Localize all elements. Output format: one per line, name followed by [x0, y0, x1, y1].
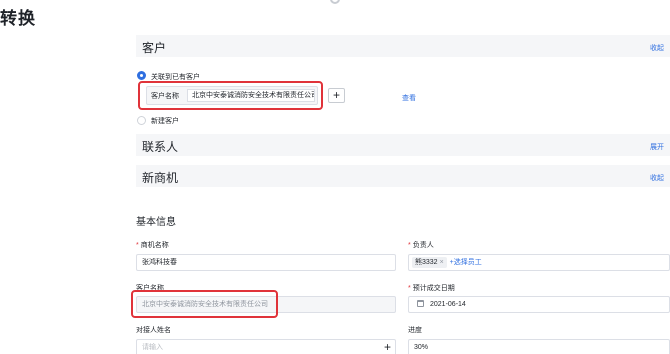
select-employee-link[interactable]: +选择员工	[450, 259, 482, 266]
progress-label: 进度	[408, 327, 422, 334]
basic-info-heading: 基本信息	[136, 217, 176, 228]
view-customer-link[interactable]: 查看	[402, 93, 416, 103]
radio-new-customer[interactable]	[137, 116, 146, 125]
contact-name-input[interactable]: 请输入 +	[136, 339, 396, 354]
add-customer-button[interactable]: +	[328, 88, 345, 103]
close-date-label: * 预计成交日期	[408, 283, 455, 293]
opportunity-name-input[interactable]: 张鸿科技春	[136, 254, 396, 271]
required-mark: *	[136, 242, 139, 249]
section-customer-collapse-link[interactable]: 收起	[650, 43, 664, 53]
section-opportunity[interactable]: 新商机 收起	[136, 165, 670, 187]
contact-name-placeholder: 请输入	[142, 344, 163, 351]
close-date-value: 2021-06-14	[430, 301, 466, 308]
section-opportunity-collapse-link[interactable]: 收起	[650, 173, 664, 183]
calendar-icon	[417, 300, 424, 307]
owner-tag-remove-icon[interactable]: ×	[440, 259, 444, 266]
customer-name-highlight-frame	[131, 290, 278, 318]
contact-name-label: 对接人姓名	[136, 327, 171, 334]
customer-highlight-frame	[138, 81, 323, 110]
owner-tag: 熊3332 ×	[412, 257, 447, 268]
section-customer[interactable]: 客户 收起	[136, 35, 670, 57]
required-mark: *	[408, 242, 411, 249]
opportunity-name-label-text: 商机名称	[140, 242, 169, 249]
owner-label-text: 负责人	[412, 242, 434, 249]
radio-new-customer-label: 新建客户	[151, 118, 179, 125]
section-contact-title: 联系人	[142, 140, 179, 154]
owner-label: * 负责人	[408, 240, 434, 250]
section-contact[interactable]: 联系人 展开	[136, 134, 670, 156]
progress-input[interactable]: 30%	[408, 339, 670, 354]
owner-tag-text: 熊3332	[415, 259, 438, 266]
radio-link-existing[interactable]	[137, 71, 146, 80]
section-customer-title: 客户	[142, 41, 167, 55]
opportunity-name-label: * 商机名称	[136, 240, 169, 250]
top-partial-icon	[330, 0, 340, 4]
owner-field[interactable]: 熊3332 × +选择员工	[408, 254, 670, 271]
section-contact-expand-link[interactable]: 展开	[650, 142, 664, 152]
required-mark: *	[408, 285, 411, 292]
section-opportunity-title: 新商机	[142, 171, 179, 185]
add-contact-plus-icon[interactable]: +	[384, 340, 391, 354]
page-title: 转换	[0, 9, 36, 28]
close-date-label-text: 预计成交日期	[412, 285, 455, 292]
close-date-picker[interactable]: 2021-06-14	[408, 296, 670, 313]
